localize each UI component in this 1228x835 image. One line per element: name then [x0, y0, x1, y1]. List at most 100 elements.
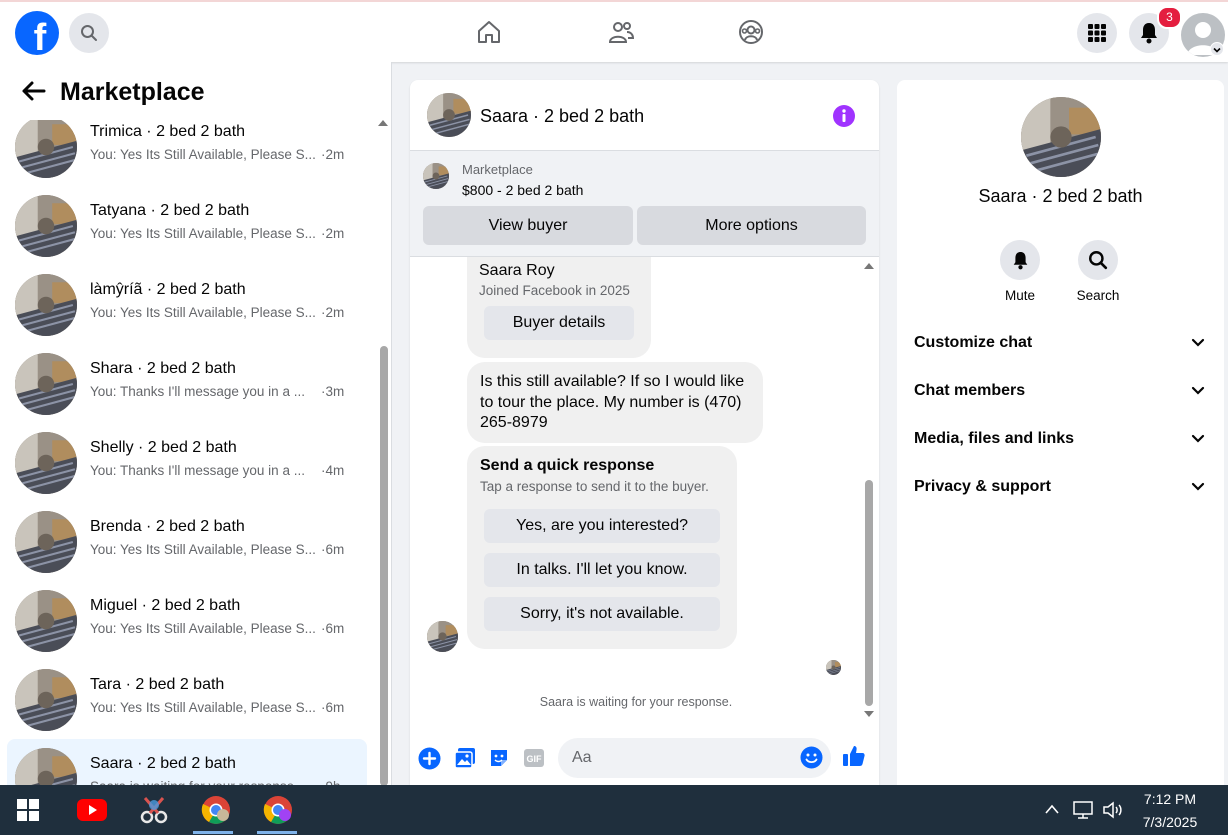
menu-grid-icon	[1088, 24, 1106, 42]
message-bubble: Is this still available? If so I would l…	[467, 362, 763, 443]
view-buyer-button[interactable]: View buyer	[423, 206, 633, 245]
conversation-item[interactable]: Tara · 2 bed 2 bath You: Yes Its Still Av…	[7, 660, 367, 732]
conversation-name: Trimica · 2 bed 2 bath	[90, 123, 246, 140]
conversation-preview: You: Yes Its Still Available, Please S..…	[90, 305, 316, 320]
conversation-name: làmŷríã · 2 bed 2 bath	[90, 281, 246, 298]
info-icon[interactable]	[832, 104, 856, 128]
chrome-icon	[263, 796, 292, 824]
notification-count-badge: 3	[1157, 6, 1182, 29]
mute-action[interactable]: Mute	[990, 240, 1050, 303]
windows-start-button[interactable]	[12, 794, 44, 826]
section-customize-chat[interactable]: Customize chat	[897, 324, 1224, 364]
gif-icon: GIF	[524, 749, 544, 767]
friends-tab[interactable]	[605, 16, 637, 48]
search-icon	[81, 25, 97, 41]
back-arrow-icon[interactable]	[20, 80, 46, 102]
home-tab[interactable]	[473, 16, 505, 48]
section-label: Media, files and links	[914, 430, 1075, 447]
quick-response-yes[interactable]: Yes, are you interested?	[484, 509, 720, 543]
message-composer: GIF	[410, 731, 879, 785]
clock-time[interactable]: 7:12 PM	[1128, 791, 1212, 807]
section-chat-members[interactable]: Chat members	[897, 372, 1224, 412]
search-action[interactable]: Search	[1068, 240, 1128, 303]
taskbar-chrome[interactable]	[200, 794, 232, 826]
search-label: Search	[1076, 288, 1120, 303]
groups-tab[interactable]	[735, 16, 767, 48]
thumbs-up-icon[interactable]	[842, 744, 866, 768]
conversation-item[interactable]: Miguel · 2 bed 2 bath You: Yes Its Still …	[7, 581, 367, 653]
section-media-files-links[interactable]: Media, files and links	[897, 420, 1224, 460]
conversation-item[interactable]: làmŷríã · 2 bed 2 bath You: Yes Its Still…	[7, 265, 367, 337]
menu-button[interactable]	[1077, 13, 1117, 53]
sticker-icon	[491, 750, 507, 766]
chevron-down-icon	[1213, 47, 1221, 53]
chat-title[interactable]: Saara · 2 bed 2 bath	[480, 106, 644, 127]
conversation-item[interactable]: Brenda · 2 bed 2 bath You: Yes Its Still …	[7, 502, 367, 574]
quick-response-card: Send a quick response Tap a response to …	[467, 446, 737, 649]
gif-button[interactable]: GIF	[521, 745, 547, 771]
message-thread: Saara Roy Joined Facebook in 2025 Buyer …	[410, 257, 879, 717]
chevron-down-icon	[1191, 482, 1205, 491]
message-input[interactable]	[558, 738, 831, 778]
conversation-name: Tara · 2 bed 2 bath	[90, 676, 225, 693]
buyer-joined: Joined Facebook in 2025	[479, 283, 630, 298]
groups-icon	[739, 20, 763, 44]
conversation-time: ·6m	[321, 700, 345, 715]
chat-scrollbar-thumb[interactable]	[865, 480, 873, 706]
taskbar-chrome-profile[interactable]	[262, 794, 294, 826]
search-in-chat-button[interactable]	[1078, 240, 1118, 280]
room-photo	[15, 274, 77, 336]
sender-avatar[interactable]	[427, 621, 458, 652]
facebook-logo[interactable]: f	[15, 11, 59, 55]
sidebar-title: Marketplace	[60, 78, 205, 106]
room-photo	[15, 432, 77, 494]
search-button[interactable]	[69, 13, 109, 53]
buyer-profile-card: Saara Roy Joined Facebook in 2025 Buyer …	[467, 257, 651, 358]
sidebar-scroll-up[interactable]	[378, 120, 388, 126]
listing-thumbnail[interactable]	[423, 163, 449, 189]
conversation-name: Saara · 2 bed 2 bath	[90, 755, 236, 772]
quick-response-not-available[interactable]: Sorry, it's not available.	[484, 597, 720, 631]
more-options-button[interactable]: More options	[637, 206, 866, 245]
conversation-item[interactable]: Tatyana · 2 bed 2 bath You: Yes Its Still…	[7, 186, 367, 258]
sticker-button[interactable]	[486, 745, 512, 771]
conversation-item[interactable]: Shelly · 2 bed 2 bath You: Thanks I'll me…	[7, 423, 367, 495]
message-text: Is this still available? If so I would l…	[480, 373, 745, 431]
taskbar-snipping-tool[interactable]	[138, 794, 170, 826]
volume-icon[interactable]	[1102, 800, 1124, 820]
buyer-details-button[interactable]: Buyer details	[484, 306, 634, 340]
chat-scroll-up[interactable]	[864, 263, 874, 269]
quick-response-subtitle: Tap a response to send it to the buyer.	[480, 479, 709, 494]
attach-photo-button[interactable]	[452, 745, 478, 771]
bell-icon	[1013, 251, 1027, 269]
account-chevron[interactable]	[1210, 42, 1224, 56]
photo-icon	[454, 748, 475, 769]
section-label: Customize chat	[914, 334, 1033, 351]
more-actions-button[interactable]	[416, 745, 442, 771]
listing-price-title[interactable]: $800 - 2 bed 2 bath	[462, 182, 583, 198]
conversation-preview: You: Thanks I'll message you in a ...	[90, 384, 305, 399]
quick-response-title: Send a quick response	[480, 457, 655, 474]
chevron-down-icon	[1191, 386, 1205, 395]
conversation-time: ·2m	[321, 305, 345, 320]
section-privacy-support[interactable]: Privacy & support	[897, 468, 1224, 508]
windows-taskbar: 7:12 PM 7/3/2025	[0, 785, 1228, 835]
room-photo	[15, 116, 77, 178]
info-avatar[interactable]	[1021, 97, 1101, 177]
chat-avatar[interactable]	[427, 93, 471, 137]
windows-logo-icon	[17, 799, 39, 821]
network-icon[interactable]	[1072, 800, 1094, 820]
taskbar-youtube[interactable]	[76, 794, 108, 826]
sidebar-scrollbar-thumb[interactable]	[380, 346, 388, 785]
conversation-time: ·2m	[321, 147, 345, 162]
chevron-up-icon[interactable]	[1044, 803, 1060, 815]
conversation-item[interactable]: Saara · 2 bed 2 bathSaara is waiting for…	[7, 739, 367, 785]
chat-scroll-down[interactable]	[864, 711, 874, 717]
mute-button[interactable]	[1000, 240, 1040, 280]
quick-response-in-talks[interactable]: In talks. I'll let you know.	[484, 553, 720, 587]
clock-date[interactable]: 7/3/2025	[1128, 814, 1212, 830]
conversation-time: ·4m	[321, 463, 345, 478]
conversation-item[interactable]: Shara · 2 bed 2 bath You: Thanks I'll mes…	[7, 344, 367, 416]
chat-panel: Saara · 2 bed 2 bath Marketplace $800 - …	[410, 80, 879, 785]
emoji-icon[interactable]	[800, 746, 823, 769]
